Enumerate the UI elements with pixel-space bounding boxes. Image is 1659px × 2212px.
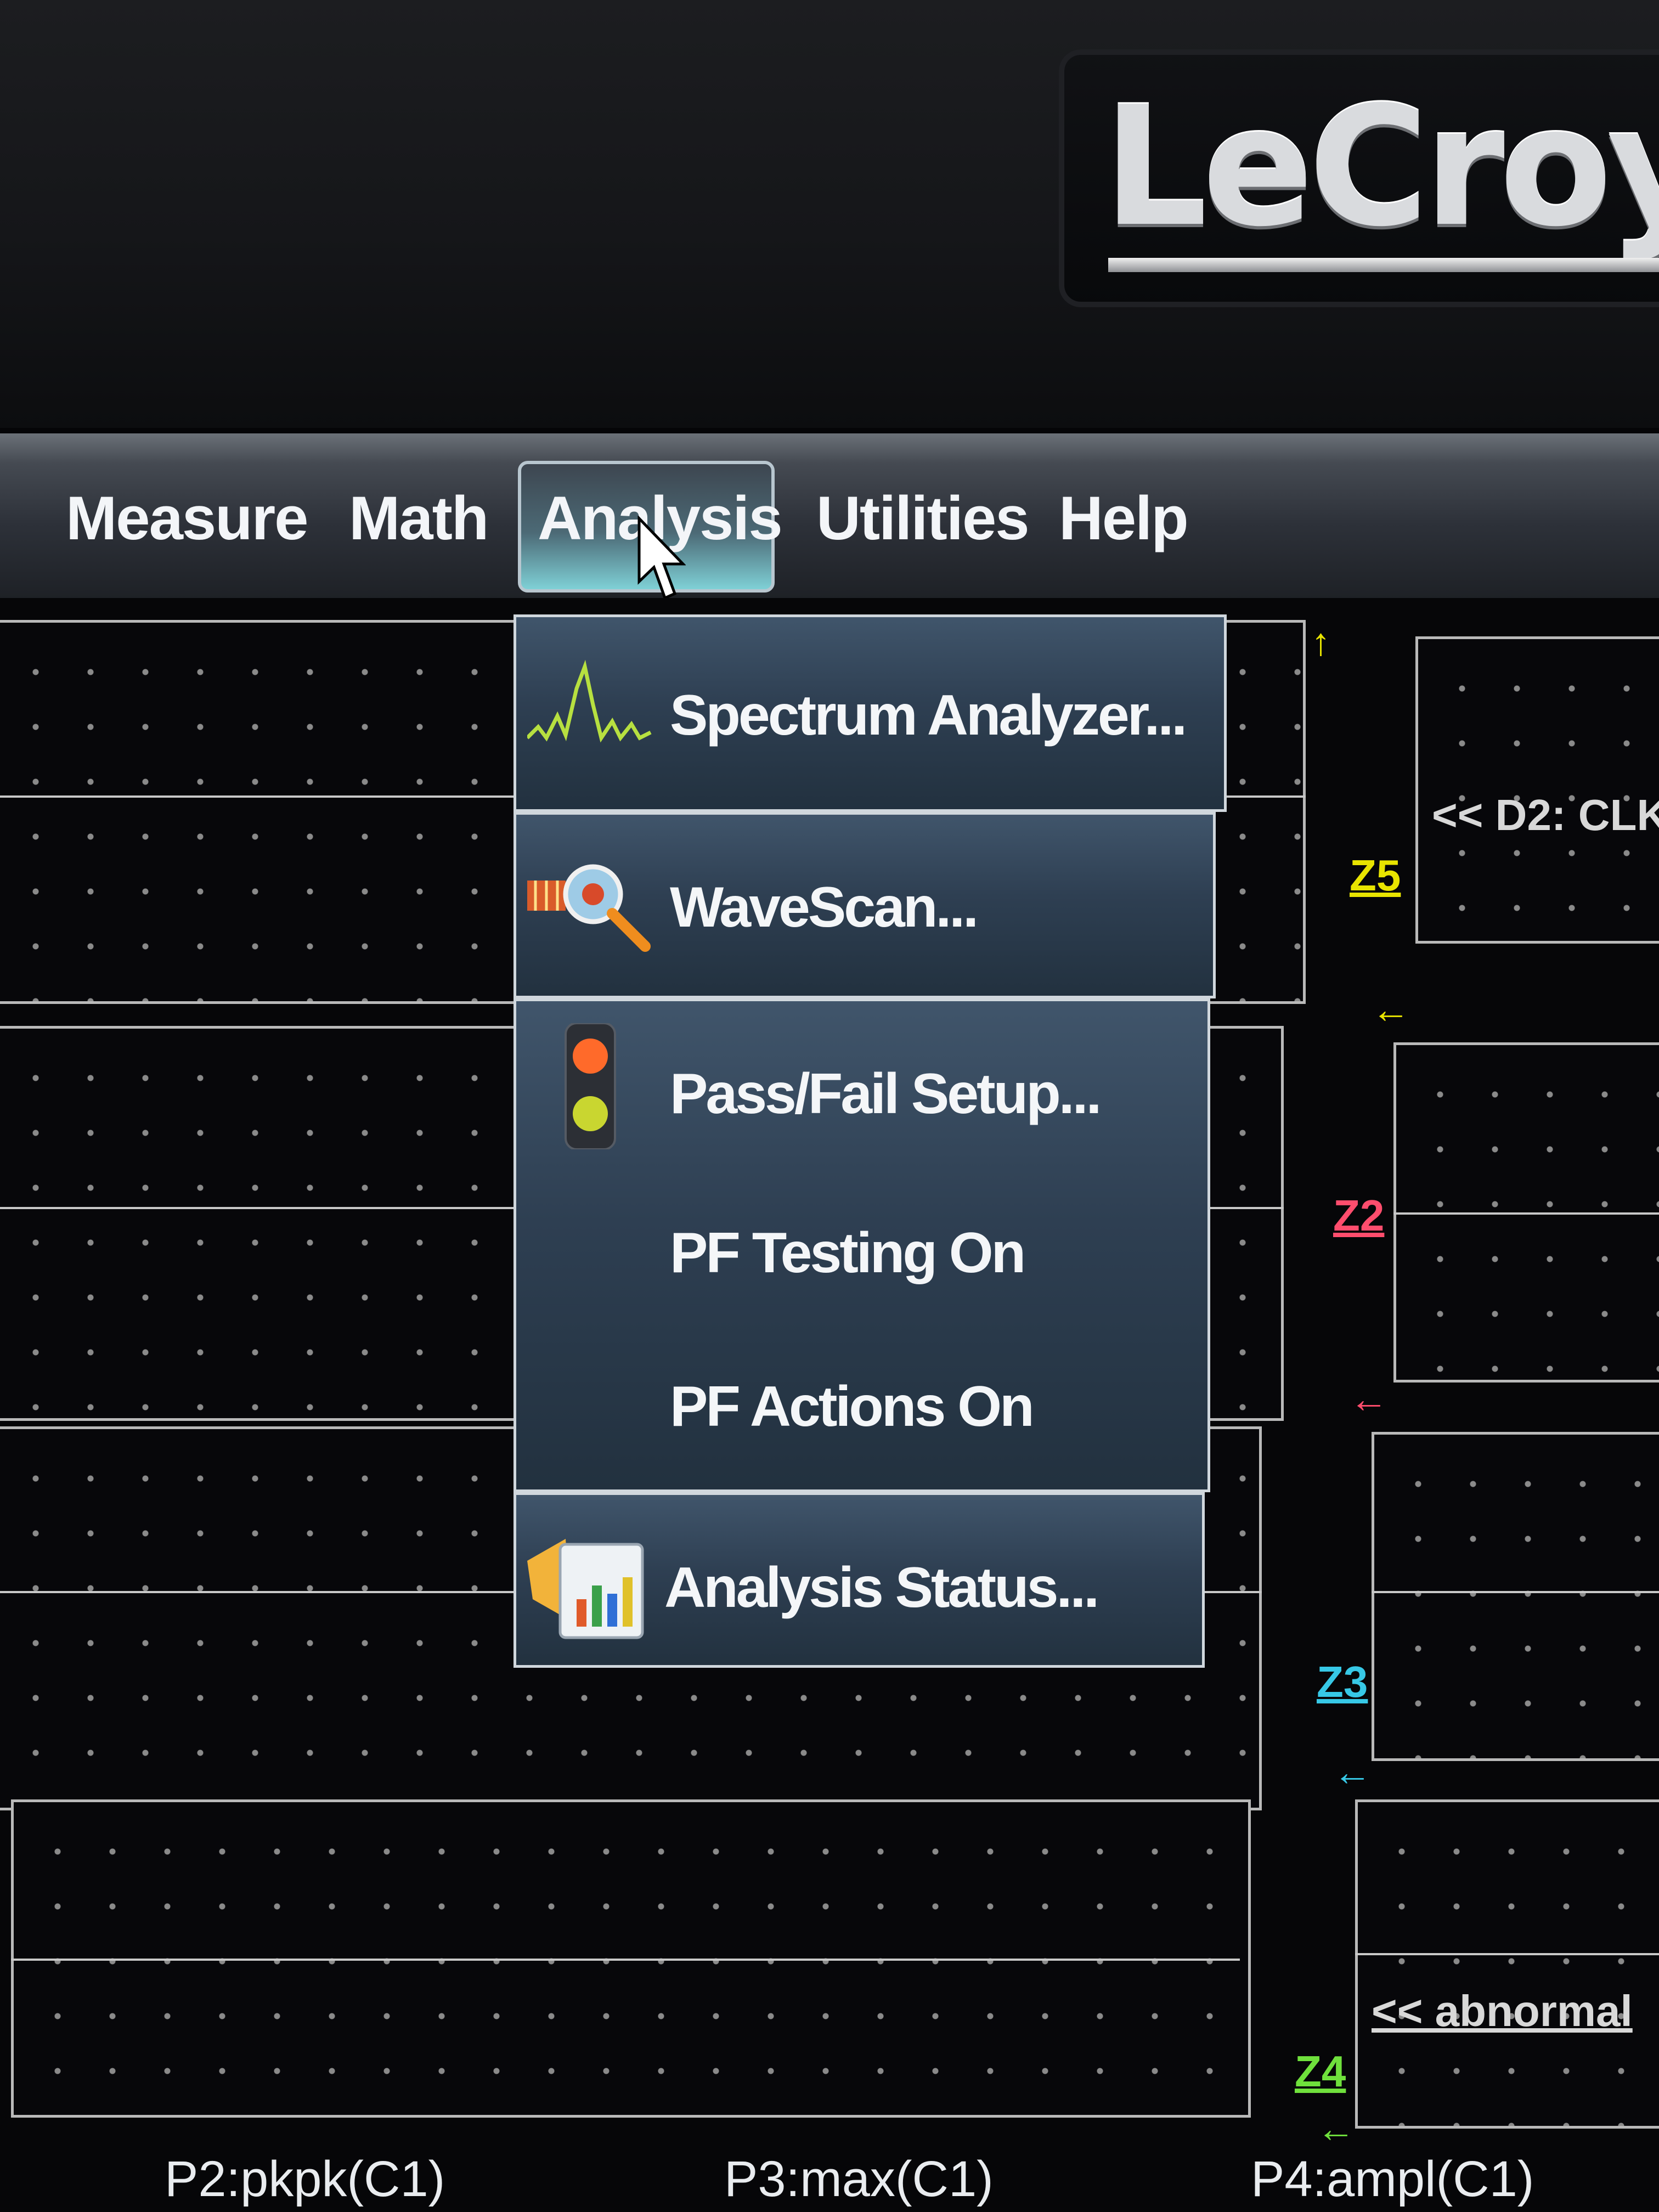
- zoom-centerline-z4: [1355, 1953, 1659, 1955]
- menu-help[interactable]: Help: [1059, 483, 1189, 554]
- menu-item-wavescan[interactable]: WaveScan...: [514, 812, 1216, 998]
- zoom-panel-z3: [1372, 1432, 1659, 1761]
- zoom-centerline-z3: [1372, 1591, 1659, 1593]
- analysis-status-icon: [527, 1539, 644, 1639]
- trace-arrow-left-icon: ←: [1317, 2107, 1355, 2150]
- trace-arrow-left-icon: ←: [1350, 1378, 1388, 1420]
- menu-item-analysis-status[interactable]: Analysis Status...: [514, 1492, 1205, 1668]
- menu-measure[interactable]: Measure: [66, 483, 308, 554]
- logo-underline: [1108, 258, 1659, 272]
- parameter-p4[interactable]: P4:ampl(C1): [1251, 2151, 1534, 2208]
- zoom-marker-z3[interactable]: Z3: [1317, 1657, 1368, 1707]
- parameter-p2[interactable]: P2:pkpk(C1): [165, 2151, 445, 2208]
- traffic-light-icon: [565, 1023, 616, 1149]
- menu-item-pf-testing-on[interactable]: PF Testing On: [670, 1221, 1026, 1286]
- analysis-dropdown-menu: Spectrum Analyzer... WaveScan... Pass/Fa…: [514, 614, 1227, 1668]
- zoom-centerline-z2: [1393, 1212, 1659, 1215]
- zoom-marker-z5[interactable]: Z5: [1350, 850, 1401, 901]
- spectrum-analyzer-label: Spectrum Analyzer...: [670, 684, 1187, 747]
- mouse-cursor-icon: [637, 516, 686, 600]
- pass-fail-section: Pass/Fail Setup... PF Testing On PF Acti…: [514, 998, 1210, 1492]
- menu-item-spectrum-analyzer[interactable]: Spectrum Analyzer...: [514, 614, 1227, 812]
- wavescan-icon: [527, 864, 651, 952]
- menu-item-pf-actions-on[interactable]: PF Actions On: [670, 1374, 1035, 1440]
- zoom-marker-z4[interactable]: Z4: [1295, 2046, 1346, 2097]
- spectrum-icon: [527, 659, 652, 743]
- analysis-status-label: Analysis Status...: [664, 1556, 1099, 1620]
- parameter-p3[interactable]: P3:max(C1): [724, 2151, 994, 2208]
- wavescan-label: WaveScan...: [670, 876, 979, 939]
- menu-item-pass-fail-setup[interactable]: Pass/Fail Setup...: [670, 1062, 1102, 1127]
- grid-centerline-4: [11, 1959, 1240, 1961]
- trace-arrow-up-icon: ↑: [1311, 620, 1330, 663]
- zoom-panel-z4: [1355, 1799, 1659, 2129]
- abnormal-label: << abnormal: [1372, 1987, 1633, 2035]
- zoom-marker-z2[interactable]: Z2: [1333, 1190, 1384, 1241]
- trace-arrow-left-icon: ←: [1372, 988, 1410, 1031]
- lecroy-logo: LeCroy: [1103, 71, 1659, 263]
- menu-math[interactable]: Math: [349, 483, 489, 554]
- trace-arrow-left-icon: ←: [1333, 1751, 1372, 1793]
- menu-utilities[interactable]: Utilities: [816, 483, 1030, 554]
- d2-clk-label: << D2: CLK: [1432, 791, 1659, 839]
